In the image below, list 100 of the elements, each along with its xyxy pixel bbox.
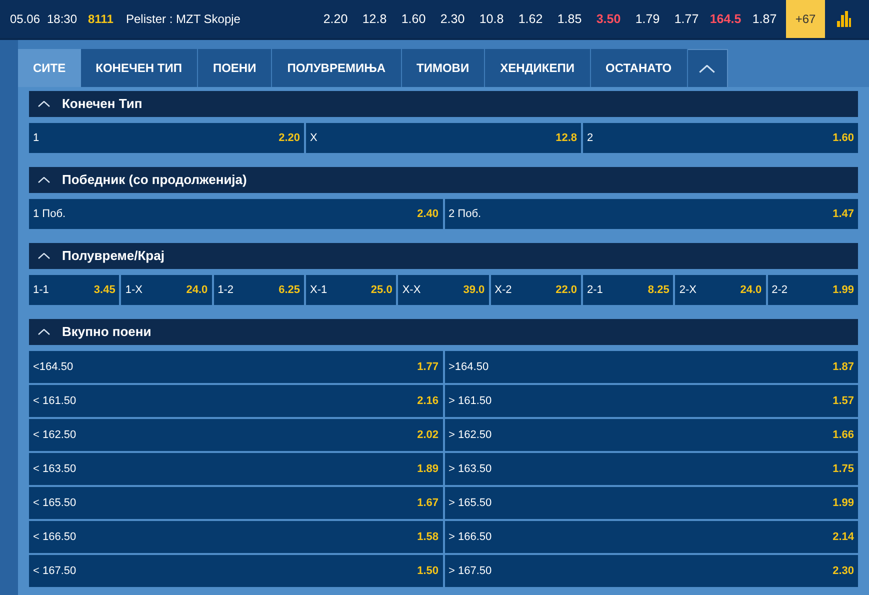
outcome-odds: 1.50 xyxy=(417,564,438,579)
outcome-odds: 25.0 xyxy=(370,282,392,298)
outcome-label: 1-X xyxy=(125,282,142,298)
odds-cell[interactable]: 1-1 3.45 xyxy=(29,275,120,305)
outcome-label: > 167.50 xyxy=(448,564,492,579)
outcome-label: > 165.50 xyxy=(448,496,492,511)
market-tab[interactable]: ОСТАНАТО xyxy=(590,49,688,87)
chevron-up-icon xyxy=(699,64,716,72)
match-code: 8111 xyxy=(88,11,114,28)
chevron-up-icon xyxy=(38,253,50,259)
odds-cell[interactable]: 1 2.20 xyxy=(29,123,304,153)
odds-cell[interactable]: > 161.50 1.57 xyxy=(444,385,858,417)
odds-cell[interactable]: > 167.50 2.30 xyxy=(444,555,858,587)
odds-cell[interactable]: 2 1.60 xyxy=(583,123,858,153)
odds-cell[interactable]: 1 Поб. 2.40 xyxy=(29,199,442,229)
odds-cell[interactable]: > 166.50 2.14 xyxy=(444,521,858,553)
outcome-odds: 1.66 xyxy=(832,428,854,443)
odds-value[interactable]: 1.87 xyxy=(745,10,784,28)
outcome-odds: 2.40 xyxy=(417,206,438,222)
outcome-label: >164.50 xyxy=(448,360,489,375)
outcome-label: X-1 xyxy=(310,282,328,298)
odds-cell[interactable]: <164.50 1.77 xyxy=(29,351,442,383)
match-teams: Pelister : MZT Skopje xyxy=(126,11,242,28)
odds-value[interactable]: 1.60 xyxy=(394,10,433,28)
outcome-label: < 165.50 xyxy=(33,496,76,511)
outcome-odds: 2.20 xyxy=(278,130,300,146)
odds-value[interactable]: 2.20 xyxy=(316,10,355,28)
outcome-odds: 2.14 xyxy=(832,530,854,545)
odds-cell[interactable]: > 163.50 1.75 xyxy=(444,453,858,485)
odds-value[interactable]: 1.85 xyxy=(550,10,589,28)
odds-cell[interactable]: > 165.50 1.99 xyxy=(444,487,858,519)
outcome-odds: 1.47 xyxy=(832,206,854,222)
odds-cell[interactable]: < 165.50 1.67 xyxy=(29,487,442,519)
outcome-label: 2 Поб. xyxy=(448,206,482,222)
outcome-label: < 161.50 xyxy=(33,394,76,409)
odds-value[interactable]: 1.62 xyxy=(511,10,550,28)
odds-cell[interactable]: 2-1 8.25 xyxy=(583,275,674,305)
market-tab[interactable]: ПОЛУВРЕМИЊА xyxy=(272,49,402,87)
outcome-odds: 1.75 xyxy=(832,462,854,477)
outcome-odds: 12.8 xyxy=(556,130,577,146)
odds-value[interactable]: 3.50 xyxy=(589,10,628,28)
outcome-odds: 2.02 xyxy=(417,428,438,443)
odds-cell[interactable]: 2-X 24.0 xyxy=(675,275,766,305)
outcome-label: X-X xyxy=(402,282,421,298)
odds-cell[interactable]: 1-X 24.0 xyxy=(121,275,212,305)
match-time: 18:30 xyxy=(47,11,78,28)
odds-value[interactable]: 12.8 xyxy=(355,10,394,28)
bar-chart-icon[interactable] xyxy=(837,11,851,27)
outcome-odds: 6.25 xyxy=(278,282,300,298)
outcome-label: > 166.50 xyxy=(448,530,492,545)
outcome-label: X xyxy=(310,130,318,146)
odds-cell[interactable]: 2-2 1.99 xyxy=(768,275,858,305)
collapse-all-button[interactable] xyxy=(688,49,728,87)
odds-cell[interactable]: X-2 22.0 xyxy=(490,275,581,305)
odds-cell[interactable]: < 163.50 1.89 xyxy=(29,453,442,485)
chevron-up-icon xyxy=(38,329,50,335)
outcome-odds: 1.60 xyxy=(832,130,854,146)
outcome-label: < 162.50 xyxy=(33,428,76,443)
odds-cell[interactable]: < 162.50 2.02 xyxy=(29,419,442,451)
outcome-label: 2 xyxy=(587,130,594,146)
odds-cell[interactable]: > 162.50 1.66 xyxy=(444,419,858,451)
section-header[interactable]: Вкупно поени xyxy=(29,319,858,345)
outcome-odds: 8.25 xyxy=(648,282,670,298)
outcome-odds: 24.0 xyxy=(186,282,208,298)
odds-cell[interactable]: X-X 39.0 xyxy=(398,275,489,305)
odds-cell[interactable]: < 161.50 2.16 xyxy=(29,385,442,417)
odds-cell[interactable]: X-1 25.0 xyxy=(306,275,396,305)
chevron-up-icon xyxy=(38,101,50,107)
market-tab[interactable]: ПОЕНИ xyxy=(198,49,272,87)
outcome-odds: 1.87 xyxy=(832,360,854,375)
section-header[interactable]: Полувреме/Крај xyxy=(29,243,858,269)
section-header[interactable]: Конечен Тип xyxy=(29,91,858,117)
odds-cell[interactable]: < 166.50 1.58 xyxy=(29,521,442,553)
odds-value[interactable]: 1.77 xyxy=(667,10,706,28)
outcome-odds: 1.77 xyxy=(417,360,438,375)
market-tab[interactable]: КОНЕЧЕН ТИП xyxy=(80,49,198,87)
odds-value[interactable]: 1.79 xyxy=(628,10,667,28)
outcome-label: 1 Поб. xyxy=(33,206,66,222)
odds-cell[interactable]: < 167.50 1.50 xyxy=(29,555,442,587)
market-tab[interactable]: ТИМОВИ xyxy=(402,49,486,87)
outcome-odds: 1.89 xyxy=(417,462,438,477)
odds-cell[interactable]: X 12.8 xyxy=(306,123,581,153)
section-title: Вкупно поени xyxy=(62,323,152,342)
section-title: Полувреме/Крај xyxy=(62,247,164,266)
outcome-label: > 162.50 xyxy=(448,428,492,443)
odds-value[interactable]: 164.5 xyxy=(706,10,745,28)
outcome-label: < 163.50 xyxy=(33,462,76,477)
odds-value[interactable]: 10.8 xyxy=(472,10,511,28)
more-markets-button[interactable]: +67 xyxy=(786,0,825,38)
outcome-label: X-2 xyxy=(494,282,512,298)
outcome-odds: 24.0 xyxy=(740,282,762,298)
outcome-label: > 163.50 xyxy=(448,462,492,477)
odds-cell[interactable]: 2 Поб. 1.47 xyxy=(444,199,858,229)
odds-cell[interactable]: 1-2 6.25 xyxy=(214,275,304,305)
outcome-odds: 2.30 xyxy=(832,564,854,579)
section-header[interactable]: Победник (со продолженија) xyxy=(29,167,858,193)
market-tab[interactable]: ХЕНДИКЕПИ xyxy=(485,49,591,87)
odds-value[interactable]: 2.30 xyxy=(433,10,472,28)
outcome-label: 1-1 xyxy=(33,282,49,298)
odds-cell[interactable]: >164.50 1.87 xyxy=(444,351,858,383)
